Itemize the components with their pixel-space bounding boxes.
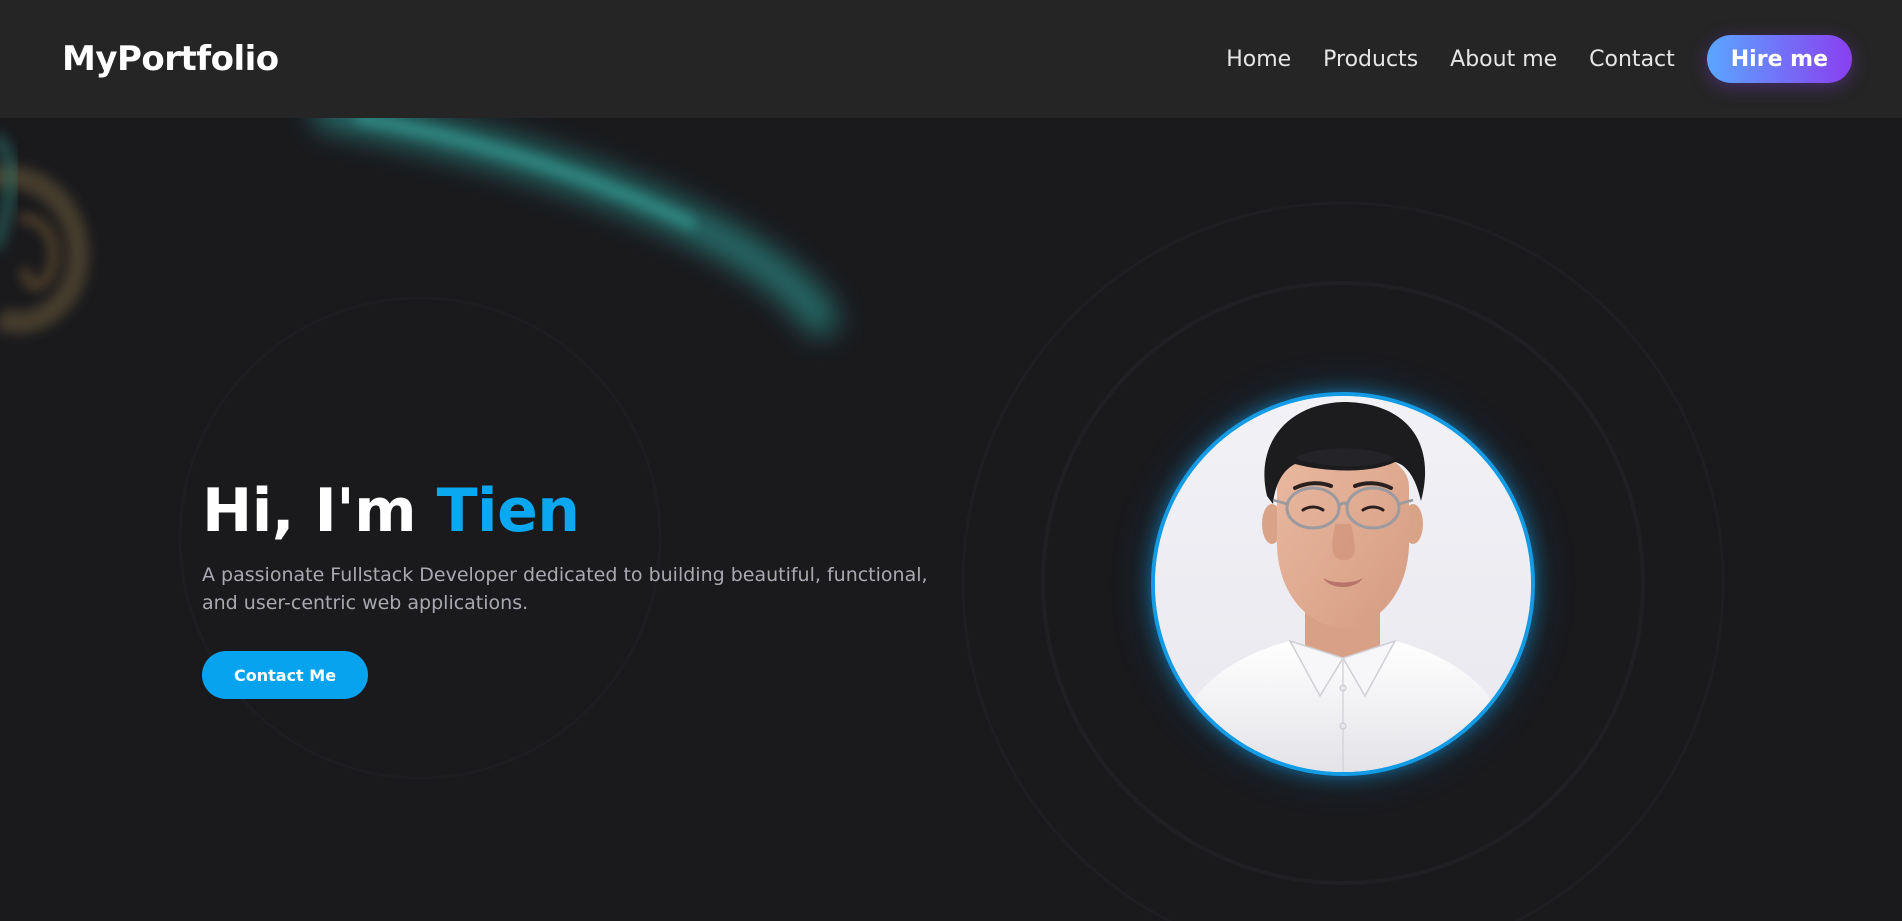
hero-greeting: Hi, I'm [202, 476, 417, 546]
nav-link-about[interactable]: About me [1450, 47, 1557, 72]
navbar: MyPortfolio Home Products About me Conta… [0, 0, 1902, 118]
hero-title: Hi, I'm Tien [202, 475, 962, 547]
profile-photo-icon [1155, 396, 1531, 772]
nav-link-contact[interactable]: Contact [1589, 47, 1675, 72]
nav-link-products[interactable]: Products [1323, 47, 1418, 72]
hero-name: Tien [436, 476, 580, 546]
hero-section: Hi, I'm Tien A passionate Fullstack Deve… [202, 475, 962, 699]
portfolio-page: MyPortfolio Home Products About me Conta… [0, 0, 1902, 921]
brand-logo[interactable]: MyPortfolio [62, 39, 279, 79]
hire-me-button[interactable]: Hire me [1706, 35, 1852, 83]
nav-link-home[interactable]: Home [1226, 47, 1291, 72]
main-nav: Home Products About me Contact Hire me [1194, 35, 1852, 83]
profile-avatar [1151, 392, 1535, 776]
hero-description: A passionate Fullstack Developer dedicat… [202, 564, 928, 614]
contact-me-button[interactable]: Contact Me [202, 651, 369, 699]
